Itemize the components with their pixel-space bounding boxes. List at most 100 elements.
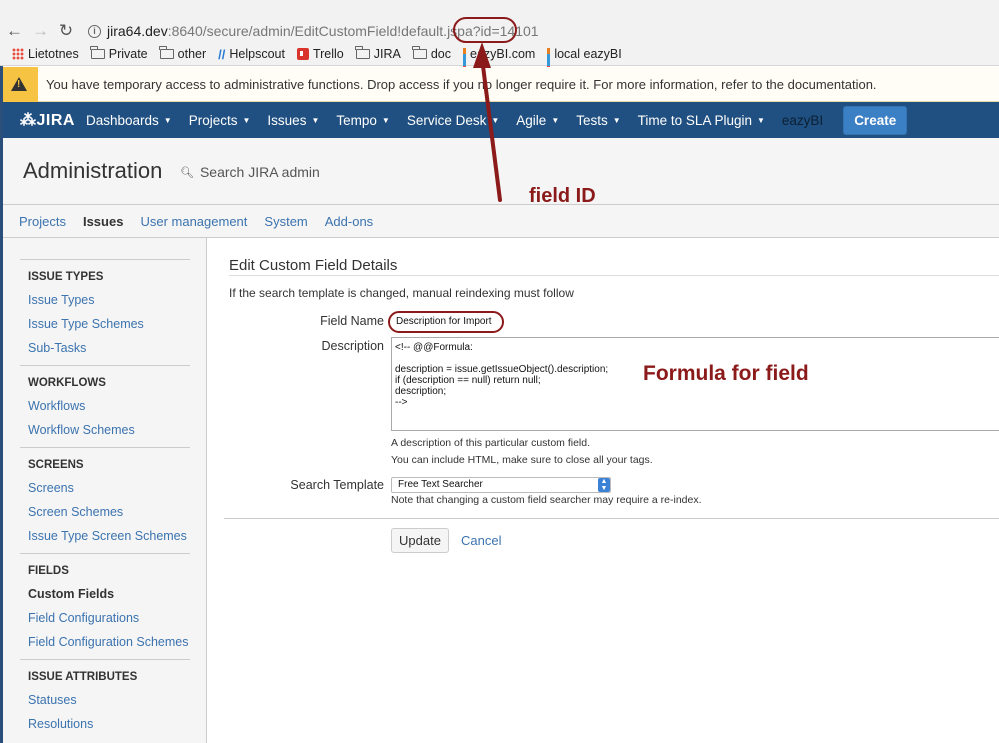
tab-add-ons[interactable]: Add-ons bbox=[325, 214, 373, 229]
annotation-arrow-icon bbox=[473, 42, 502, 202]
sidebar-item-statuses[interactable]: Statuses bbox=[28, 688, 190, 712]
divider bbox=[229, 275, 999, 276]
sidebar-heading: SCREENS bbox=[28, 459, 84, 471]
bookmark-trello[interactable]: Trello bbox=[296, 47, 344, 61]
admin-search-placeholder: Search JIRA admin bbox=[199, 164, 320, 180]
divider bbox=[224, 518, 999, 519]
helpscout-icon: // bbox=[218, 46, 226, 62]
sidebar-item-screen-schemes[interactable]: Screen Schemes bbox=[28, 500, 190, 524]
search-template-value: Free Text Searcher bbox=[398, 479, 483, 490]
select-note-text: Note that changing a custom field search… bbox=[391, 494, 658, 506]
caret-down-icon: ▼ bbox=[551, 115, 560, 125]
bookmark-label: Lietotnes bbox=[28, 47, 79, 61]
documentation-link[interactable]: documentation bbox=[788, 77, 873, 92]
folder-icon bbox=[355, 46, 370, 59]
apps-grid-icon bbox=[12, 48, 24, 60]
field-name-input[interactable]: Description for Import bbox=[388, 311, 504, 333]
bookmark-jira[interactable]: JIRA bbox=[355, 46, 401, 61]
tab-user-management[interactable]: User management bbox=[140, 214, 247, 229]
menu-tests[interactable]: Tests ▼ bbox=[576, 113, 620, 128]
back-arrow-icon[interactable]: ← bbox=[6, 20, 23, 42]
menu-issues[interactable]: Issues ▼ bbox=[267, 113, 319, 128]
sidebar-item-field-configurations[interactable]: Field Configurations bbox=[28, 606, 190, 630]
sidebar-group-issue-attributes: ISSUE ATTRIBUTES Statuses Resolutions bbox=[20, 659, 190, 736]
bookmark-private[interactable]: Private bbox=[90, 46, 148, 61]
tab-issues[interactable]: Issues bbox=[83, 214, 123, 229]
menu-eazybi[interactable]: eazyBI bbox=[782, 113, 823, 128]
annotation-formula: Formula for field bbox=[643, 362, 809, 385]
menu-tempo[interactable]: Tempo ▼ bbox=[336, 113, 389, 128]
trello-icon bbox=[296, 48, 309, 60]
sidebar-item-sub-tasks[interactable]: Sub-Tasks bbox=[28, 336, 190, 360]
sidebar-item-screens[interactable]: Screens bbox=[28, 476, 190, 500]
jira-logo-mark-icon: ⁂ bbox=[20, 112, 37, 129]
bookmark-helpscout[interactable]: //Helpscout bbox=[218, 47, 285, 62]
caret-down-icon: ▼ bbox=[381, 115, 390, 125]
annotation-field-id: field ID bbox=[529, 185, 596, 207]
sidebar-item-resolutions[interactable]: Resolutions bbox=[28, 712, 190, 736]
menu-dashboards[interactable]: Dashboards ▼ bbox=[86, 113, 172, 128]
sidebar-group-fields: FIELDS Custom Fields Field Configuration… bbox=[20, 553, 190, 654]
reload-icon[interactable]: ↻ bbox=[58, 20, 74, 42]
menu-projects[interactable]: Projects ▼ bbox=[189, 113, 251, 128]
create-button[interactable]: Create bbox=[843, 105, 908, 135]
bookmark-lietotnes[interactable]: Lietotnes bbox=[12, 47, 79, 61]
menu-label: Time to SLA Plugin bbox=[637, 112, 752, 128]
bookmark-local-eazybi[interactable]: local eazyBI bbox=[547, 47, 622, 75]
form-title: Edit Custom Field Details bbox=[229, 257, 398, 274]
jira-logo[interactable]: ⁂JIRA bbox=[20, 110, 74, 130]
bookmark-doc[interactable]: doc bbox=[412, 46, 451, 61]
menu-label: Dashboards bbox=[86, 112, 159, 128]
search-template-label: Search Template bbox=[290, 478, 384, 492]
drop-access-link[interactable]: Drop access bbox=[367, 77, 439, 92]
search-template-note: Note that changing a custom field search… bbox=[391, 494, 702, 506]
sidebar-item-custom-fields[interactable]: Custom Fields bbox=[28, 582, 190, 606]
search-icon: 🔍︎ bbox=[180, 166, 194, 179]
url-host: jira64.dev bbox=[107, 23, 168, 39]
main-content: Edit Custom Field Details If the search … bbox=[208, 238, 999, 743]
sidebar-item-workflow-schemes[interactable]: Workflow Schemes bbox=[28, 418, 190, 442]
bookmark-label: Private bbox=[108, 47, 148, 61]
bookmark-label: Trello bbox=[312, 47, 344, 61]
bookmark-label: other bbox=[177, 47, 207, 61]
info-icon[interactable]: i bbox=[88, 24, 101, 38]
form-note: If the search template is changed, manua… bbox=[229, 286, 574, 300]
sidebar-group-issue-types: ISSUE TYPES Issue Types Issue Type Schem… bbox=[20, 259, 190, 360]
address-bar[interactable]: i jira64.dev:8640/secure/admin/EditCusto… bbox=[84, 20, 999, 42]
tab-projects[interactable]: Projects bbox=[19, 214, 66, 229]
warning-icon bbox=[11, 77, 27, 91]
field-name-label: Field Name bbox=[320, 314, 384, 328]
caret-down-icon: ▼ bbox=[242, 115, 251, 125]
bookmark-other[interactable]: other bbox=[159, 46, 207, 61]
caret-down-icon: ▼ bbox=[756, 115, 765, 125]
bookmark-label: local eazyBI bbox=[554, 47, 622, 61]
browser-nav: ← → ↻ bbox=[6, 20, 74, 42]
menu-label: Issues bbox=[267, 112, 307, 128]
sidebar-item-issue-type-schemes[interactable]: Issue Type Schemes bbox=[28, 312, 190, 336]
folder-icon bbox=[159, 46, 174, 59]
sidebar-heading: WORKFLOWS bbox=[28, 377, 106, 389]
sidebar-item-workflows[interactable]: Workflows bbox=[28, 394, 190, 418]
menu-label: Projects bbox=[188, 112, 238, 128]
sidebar-group-screens: SCREENS Screens Screen Schemes Issue Typ… bbox=[20, 447, 190, 548]
update-button[interactable]: Update bbox=[391, 528, 449, 553]
description-help-2: You can include HTML, make sure to close… bbox=[391, 454, 653, 466]
cancel-link[interactable]: Cancel bbox=[461, 533, 501, 548]
menu-label: Tempo bbox=[336, 112, 377, 128]
folder-icon bbox=[412, 46, 427, 59]
sidebar-heading: ISSUE ATTRIBUTES bbox=[28, 671, 138, 683]
menu-time-to-sla[interactable]: Time to SLA Plugin ▼ bbox=[638, 113, 765, 128]
caret-down-icon: ▼ bbox=[311, 115, 320, 125]
warning-text-start: You have temporary access to administrat… bbox=[46, 76, 364, 92]
sidebar-item-issue-type-screen-schemes[interactable]: Issue Type Screen Schemes bbox=[28, 524, 190, 548]
re-index-link[interactable]: re-index bbox=[661, 494, 699, 506]
caret-down-icon: ▼ bbox=[612, 115, 621, 125]
select-note-end: . bbox=[698, 494, 702, 506]
search-template-select[interactable]: Free Text Searcher ▲ ▼ bbox=[391, 477, 611, 493]
sidebar-item-issue-types[interactable]: Issue Types bbox=[28, 288, 190, 312]
sidebar-item-field-configuration-schemes[interactable]: Field Configuration Schemes bbox=[28, 630, 190, 654]
forward-arrow-icon[interactable]: → bbox=[32, 20, 49, 42]
admin-search[interactable]: 🔍︎ Search JIRA admin bbox=[180, 164, 320, 180]
tab-system[interactable]: System bbox=[264, 214, 307, 229]
description-label: Description bbox=[321, 339, 384, 353]
